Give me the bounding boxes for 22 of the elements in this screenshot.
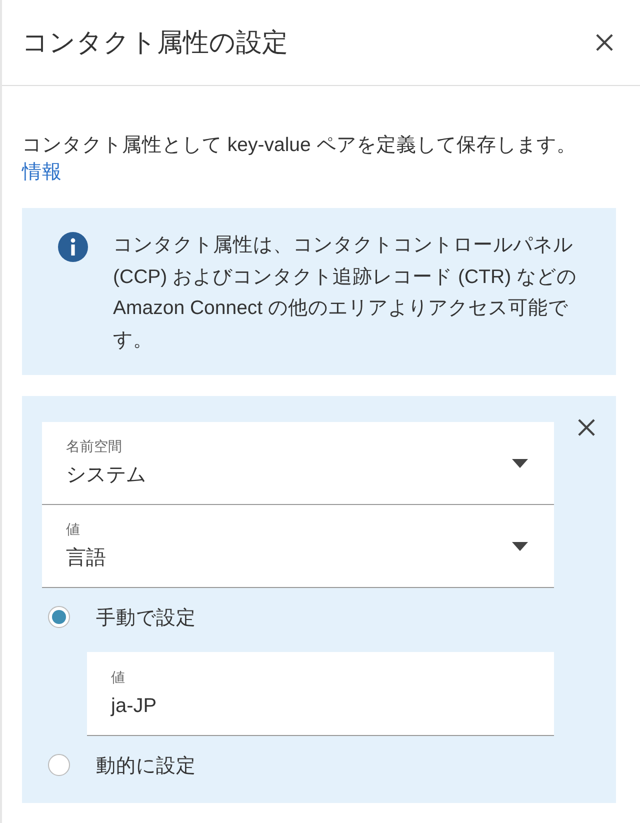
caret-icon — [512, 542, 528, 550]
close-icon[interactable] — [595, 33, 614, 52]
field-value: 言語 — [66, 546, 106, 571]
panel-title: コンタクト属性の設定 — [22, 26, 288, 59]
caret-icon — [512, 458, 528, 468]
field-label: 名前空間 — [66, 437, 123, 455]
alert-message: コンタクト属性は、コンタクトコントロールパネル (CCP) およびコンタクト追跡レコード (CTR) などの Amazon Connect の他のエリアよりアクセス可能です。 — [113, 233, 578, 352]
radio-button[interactable] — [48, 754, 70, 776]
description: コンタクト属性として key-value ペアを定義して保存します。 — [22, 133, 578, 158]
radio-label: 動的に設定 — [96, 754, 196, 778]
info-icon — [58, 232, 88, 262]
info-link[interactable]: 情報 — [22, 159, 62, 186]
field-value: ja-JP — [111, 694, 157, 718]
radio-label: 手動で設定 — [96, 606, 196, 630]
text-field[interactable]: 値 ja-JP — [87, 652, 554, 736]
field-value: システム — [66, 463, 146, 488]
dropdown-field[interactable]: 値 言語 — [42, 505, 554, 588]
radio-button[interactable] — [48, 606, 70, 628]
remove-icon[interactable] — [577, 418, 596, 437]
field-label: 値 — [111, 668, 126, 686]
field-label: 値 — [66, 520, 81, 538]
dropdown-field[interactable]: 名前空間 システム — [42, 422, 554, 505]
